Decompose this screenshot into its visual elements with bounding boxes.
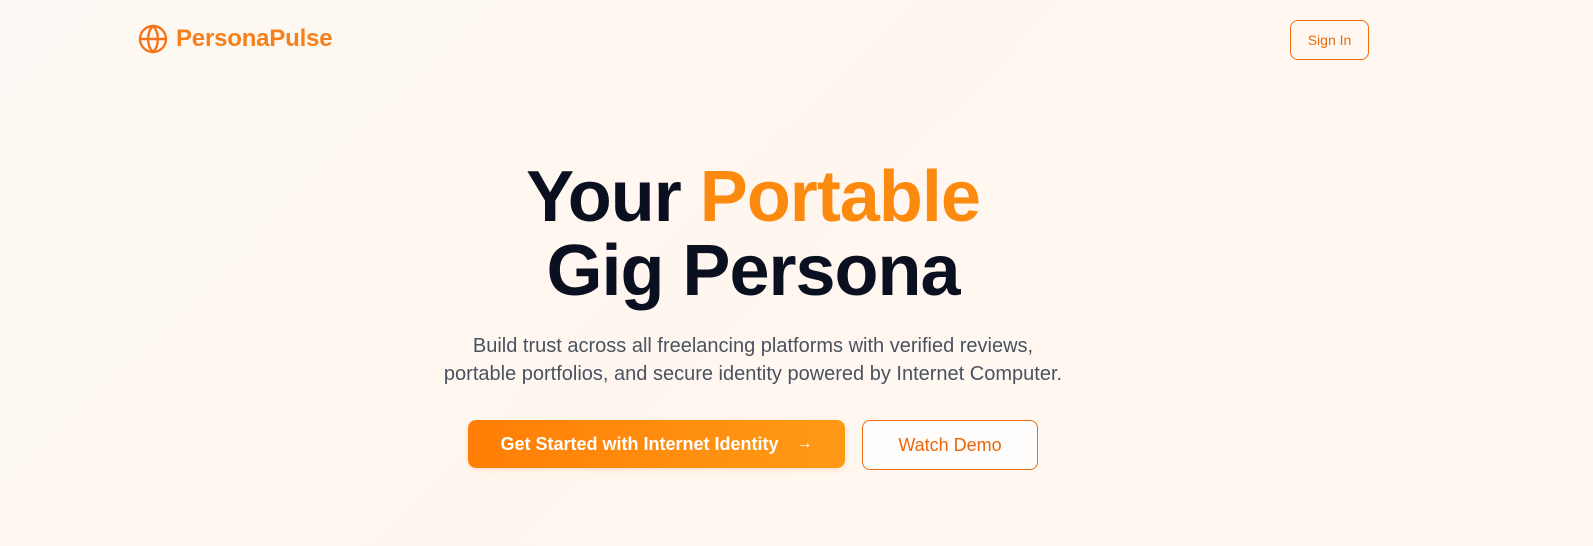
hero-title-accent: Portable [699, 157, 981, 237]
hero-title: Your Portable Gig Persona [0, 160, 1506, 308]
globe-icon [138, 24, 168, 54]
brand-name: PersonaPulse [176, 25, 333, 52]
sign-in-button[interactable]: Sign In [1290, 20, 1369, 60]
cta-row: Get Started with Internet Identity → Wat… [0, 420, 1506, 470]
hero-title-line2: Gig Persona [546, 231, 960, 311]
site-header: PersonaPulse Sign In [0, 0, 1593, 80]
get-started-button[interactable]: Get Started with Internet Identity → [468, 420, 845, 468]
hero-subtitle-line1: Build trust across all freelancing platf… [472, 335, 1034, 357]
hero-section: Your Portable Gig Persona Build trust ac… [0, 160, 1506, 470]
arrow-right-icon: → [796, 435, 813, 452]
hero-subtitle: Build trust across all freelancing platf… [0, 332, 1506, 388]
get-started-label: Get Started with Internet Identity [500, 433, 779, 454]
watch-demo-button[interactable]: Watch Demo [862, 420, 1038, 470]
hero-subtitle-line2: portable portfolios, and secure identity… [443, 363, 1063, 385]
hero-title-part1: Your [526, 157, 682, 237]
brand-logo[interactable]: PersonaPulse [138, 24, 333, 54]
